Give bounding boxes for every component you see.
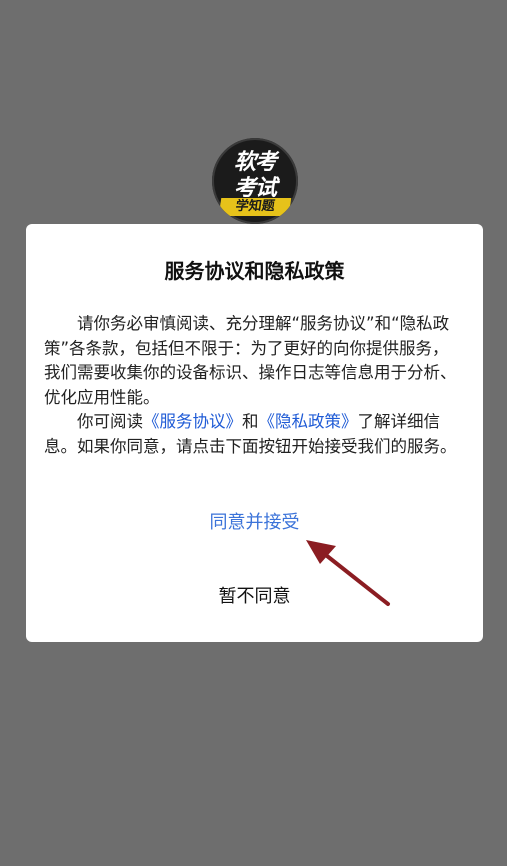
dialog-paragraph-2: 你可阅读《服务协议》和《隐私政策》了解详细信息。如果你同意，请点击下面按钮开始接… bbox=[44, 410, 463, 459]
arrow-pointing-to-agree-icon bbox=[306, 540, 390, 606]
disagree-button[interactable]: 暂不同意 bbox=[26, 580, 483, 610]
dialog-body: 请你务必审慎阅读、充分理解“服务协议”和“隐私政策”各条款，包括但不限于：为了更… bbox=[44, 312, 463, 459]
privacy-dialog: 服务协议和隐私政策 请你务必审慎阅读、充分理解“服务协议”和“隐私政策”各条款，… bbox=[26, 224, 483, 642]
agree-button[interactable]: 同意并接受 bbox=[26, 506, 483, 536]
dialog-paragraph-1: 请你务必审慎阅读、充分理解“服务协议”和“隐私政策”各条款，包括但不限于：为了更… bbox=[44, 314, 457, 407]
paragraph-2-conjunction: 和 bbox=[242, 412, 259, 431]
privacy-policy-link[interactable]: 《隐私政策》 bbox=[259, 412, 358, 431]
dialog-title: 服务协议和隐私政策 bbox=[164, 259, 345, 283]
logo-band-text: 学知题 bbox=[218, 198, 292, 216]
paragraph-2-prefix: 你可阅读 bbox=[77, 412, 143, 431]
app-logo: 软考 考试 学知题 bbox=[212, 138, 298, 224]
service-agreement-link[interactable]: 《服务协议》 bbox=[143, 412, 242, 431]
